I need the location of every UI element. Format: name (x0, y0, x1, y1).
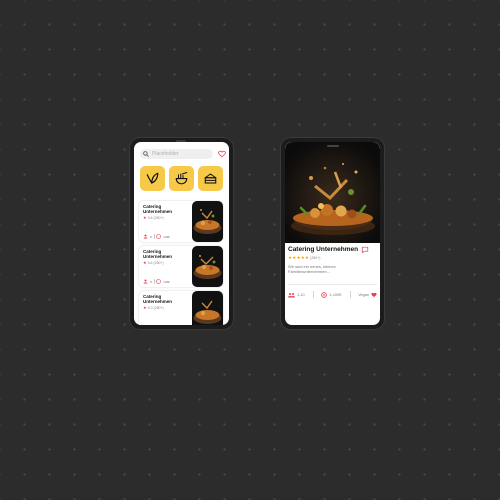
review-count: (250+) (153, 260, 164, 265)
coin-icon (156, 279, 161, 284)
people-range: 1-10 (297, 292, 305, 297)
category-vegan-button[interactable] (140, 166, 165, 191)
category-asian-button[interactable] (169, 166, 194, 191)
star-icon: ★ (143, 305, 147, 310)
price-value: 12€€ (163, 279, 170, 284)
detail-stats: 1-10 1-100€ Vegan (288, 291, 377, 298)
restaurant-detail-screen: Catering Unternehmen ★★★★★ (250+) Wir si… (285, 142, 380, 325)
detail-rating: ★★★★★ (250+) (288, 255, 320, 261)
price-value: 12€€ (163, 234, 170, 239)
coin-icon (156, 234, 161, 239)
restaurant-card[interactable]: Catering Unternehmen ★ 3.6 (250+) 8 12€€ (139, 246, 223, 287)
review-count: (250+) (310, 256, 321, 260)
category-dessert-button[interactable] (198, 166, 223, 191)
food-image (192, 291, 223, 325)
phone-notch (327, 145, 339, 147)
chat-icon[interactable] (361, 246, 369, 254)
card-title: Catering Unternehmen (143, 294, 173, 304)
noodle-bowl-icon (175, 172, 188, 185)
restaurant-card[interactable]: Catering Unternehmen ★ 4.0 (250+) (139, 291, 223, 325)
restaurant-card[interactable]: Catering Unternehmen ★ 3.6 (250+) 8 12€€ (139, 201, 223, 242)
rating-value: 3.6 (147, 215, 153, 220)
diet-label: Vegan (358, 292, 369, 297)
divider (312, 291, 314, 298)
card-rating: ★ 3.6 (250+) (143, 215, 164, 220)
leaf-icon (146, 172, 159, 184)
card-title: Catering Unternehmen (143, 249, 173, 259)
search-input[interactable] (149, 151, 207, 157)
heart-icon[interactable] (371, 292, 377, 298)
phone-detail-screen: Catering Unternehmen ★★★★★ (250+) Wir si… (281, 138, 384, 329)
review-count: (250+) (153, 215, 164, 220)
people-icon (143, 234, 148, 239)
divider (153, 234, 155, 239)
restaurant-list-screen: Catering Unternehmen ★ 3.6 (250+) 8 12€€ (134, 142, 229, 325)
divider (288, 284, 377, 285)
search-bar[interactable] (140, 149, 213, 159)
review-count: (250+) (153, 305, 164, 310)
food-image (192, 201, 223, 242)
people-count: 8 (150, 279, 152, 284)
coin-icon (321, 291, 328, 298)
card-title: Catering Unternehmen (143, 204, 173, 214)
divider (349, 291, 350, 298)
rating-value: 3.6 (147, 260, 153, 265)
people-count: 8 (150, 234, 152, 239)
diet-stat: Vegan (358, 292, 377, 298)
star-icon: ★ (143, 260, 147, 265)
price-stat: 1-100€ (321, 291, 342, 298)
star-icon: ★ (143, 215, 147, 220)
card-rating: ★ 4.0 (250+) (143, 305, 164, 310)
food-image (192, 246, 223, 287)
heart-icon[interactable] (218, 150, 226, 158)
restaurant-title: Catering Unternehmen (288, 246, 359, 253)
divider (153, 279, 155, 284)
price-range: 1-100€ (329, 292, 342, 297)
rating-value: 4.0 (147, 305, 153, 310)
card-rating: ★ 3.6 (250+) (143, 260, 164, 265)
card-stats: 8 12€€ (143, 279, 170, 284)
cake-icon (204, 173, 217, 184)
card-stats: 8 12€€ (143, 234, 170, 239)
people-icon (288, 292, 295, 297)
rating-stars: ★★★★★ (288, 255, 310, 260)
phone-list-screen: Catering Unternehmen ★ 3.6 (250+) 8 12€€ (130, 138, 233, 329)
hero-food-image (285, 142, 380, 243)
people-stat: 1-10 (288, 292, 305, 298)
people-icon (143, 279, 148, 284)
restaurant-description: Wir sind ein neues, kleines Familienunte… (288, 264, 336, 274)
